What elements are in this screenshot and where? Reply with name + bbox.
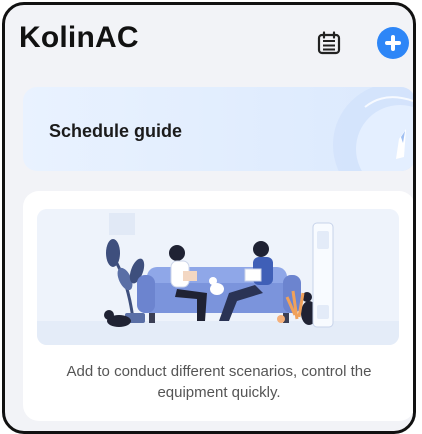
compass-icon — [333, 87, 413, 171]
schedule-guide-label: Schedule guide — [49, 121, 183, 141]
calendar-icon — [317, 31, 341, 55]
living-room-illustration — [37, 209, 399, 345]
calendar-button[interactable] — [315, 29, 343, 57]
app-screen: KolinAC Schedule guide Add to conduct di… — [2, 2, 416, 434]
app-title: KolinAC — [19, 21, 139, 54]
empty-scenes-message: Add to conduct different scenarios, cont… — [66, 363, 372, 401]
header: KolinAC — [5, 5, 413, 85]
schedule-guide-card[interactable]: Schedule guide — [23, 87, 413, 171]
scenes-empty-card: Add to conduct different scenarios, cont… — [23, 191, 413, 421]
add-button[interactable] — [377, 27, 409, 59]
